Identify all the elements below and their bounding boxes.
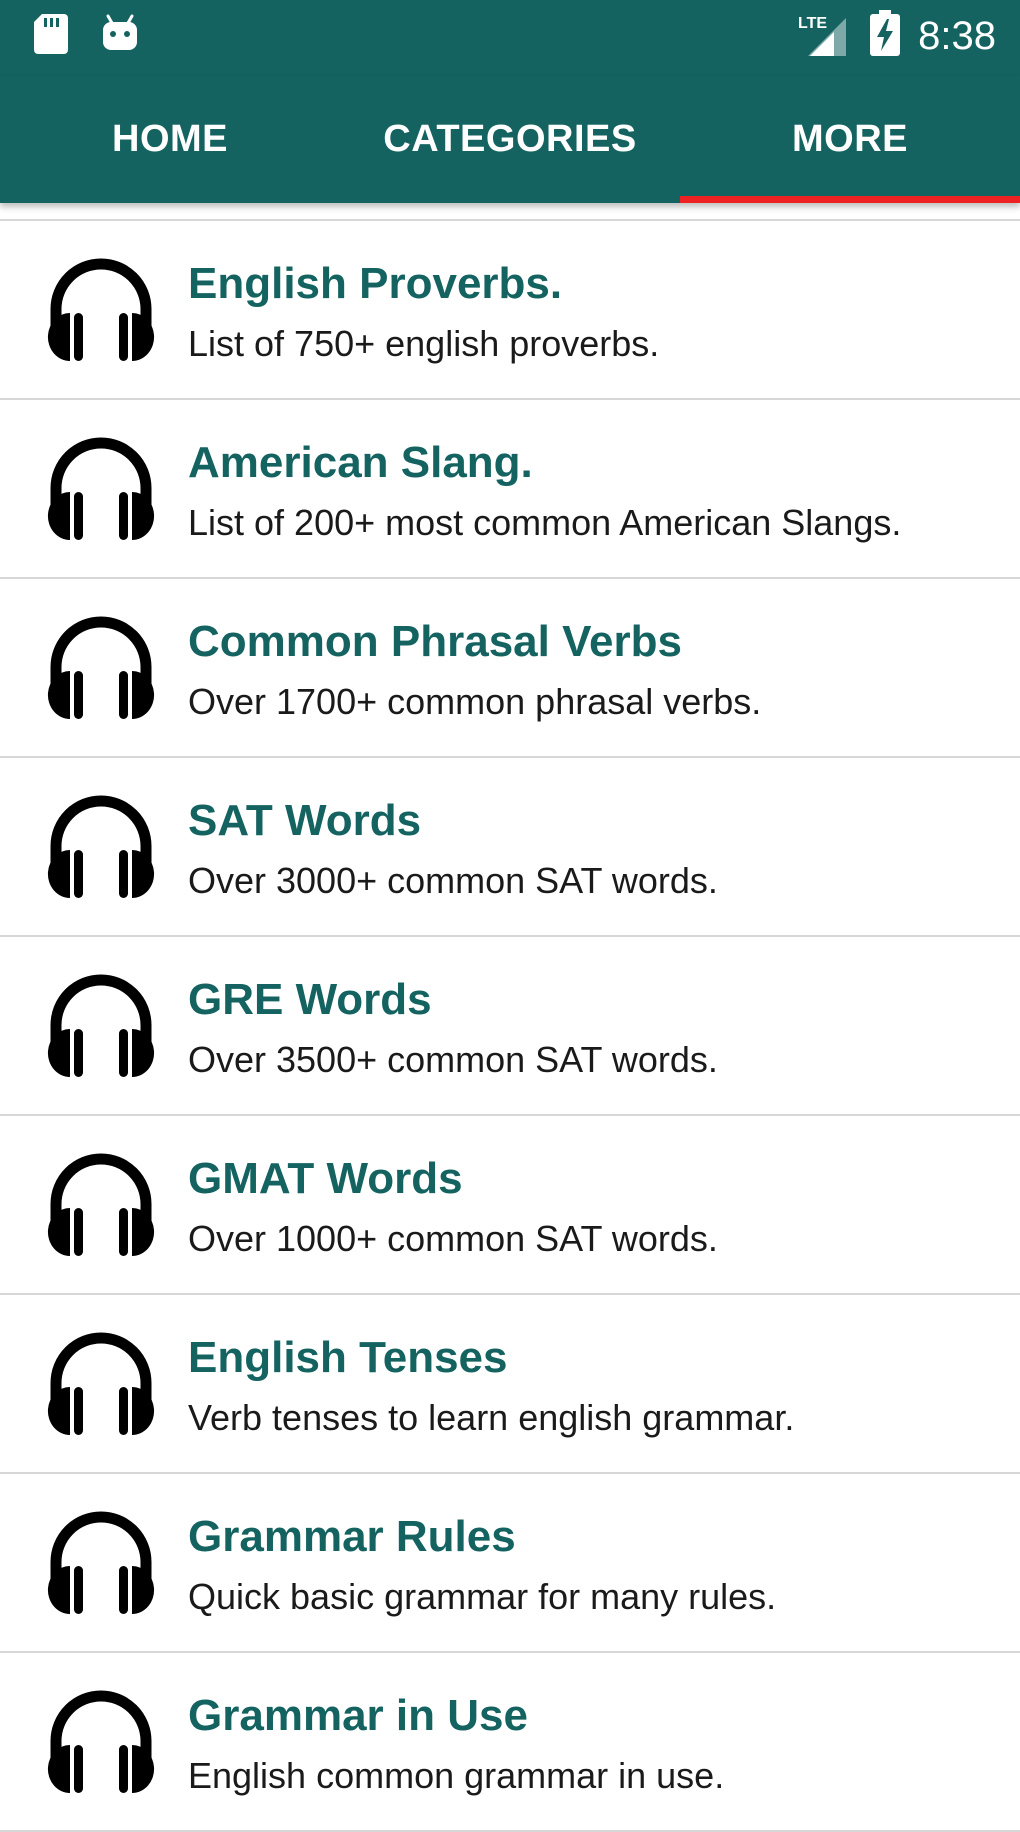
item-subtitle: Over 1000+ common SAT words. <box>188 1218 718 1259</box>
headphones-icon <box>46 1152 156 1258</box>
list-item-sat-words[interactable]: SAT Words Over 3000+ common SAT words. <box>0 758 1020 937</box>
tab-home[interactable]: HOME <box>0 76 340 203</box>
item-subtitle: Quick basic grammar for many rules. <box>188 1576 777 1617</box>
item-title: Common Phrasal Verbs <box>188 617 682 666</box>
tab-selected-indicator <box>680 196 1020 203</box>
headphones-icon <box>46 973 156 1079</box>
item-title: Grammar in Use <box>188 1691 528 1740</box>
headphones-icon <box>46 1689 156 1795</box>
item-subtitle: Over 3000+ common SAT words. <box>188 860 718 901</box>
battery-charging-icon <box>870 10 900 61</box>
sd-card-icon <box>34 14 68 59</box>
item-title: GMAT Words <box>188 1154 463 1203</box>
lte-label: LTE <box>798 15 827 32</box>
item-title: SAT Words <box>188 796 422 845</box>
item-subtitle: Over 3500+ common SAT words. <box>188 1039 718 1080</box>
android-icon <box>100 14 140 59</box>
tab-bar: HOME CATEGORIES MORE <box>0 76 1020 203</box>
item-subtitle: Verb tenses to learn english grammar. <box>188 1397 795 1438</box>
tab-more[interactable]: MORE <box>680 76 1020 203</box>
headphones-icon <box>46 257 156 363</box>
status-bar: LTE 8:38 <box>0 0 1020 76</box>
item-title: English Tenses <box>188 1333 508 1382</box>
list-item-gmat-words[interactable]: GMAT Words Over 1000+ common SAT words. <box>0 1116 1020 1295</box>
item-title: GRE Words <box>188 975 432 1024</box>
item-subtitle: English common grammar in use. <box>188 1755 725 1796</box>
headphones-icon <box>46 1510 156 1616</box>
lte-signal-icon: LTE <box>796 10 848 63</box>
item-subtitle: Over 1700+ common phrasal verbs. <box>188 681 762 722</box>
list-item-gre-words[interactable]: GRE Words Over 3500+ common SAT words. <box>0 937 1020 1116</box>
status-time: 8:38 <box>918 14 996 58</box>
item-subtitle: List of 750+ english proverbs. <box>188 323 660 364</box>
list-item-grammar-rules[interactable]: Grammar Rules Quick basic grammar for ma… <box>0 1474 1020 1653</box>
headphones-icon <box>46 794 156 900</box>
headphones-icon <box>46 436 156 542</box>
headphones-icon <box>46 1331 156 1437</box>
item-title: Grammar Rules <box>188 1512 516 1561</box>
headphones-icon <box>46 615 156 721</box>
more-list: English Proverbs. List of 750+ english p… <box>0 219 1020 1832</box>
list-item-english-tenses[interactable]: English Tenses Verb tenses to learn engl… <box>0 1295 1020 1474</box>
tab-categories[interactable]: CATEGORIES <box>340 76 680 203</box>
list-item-common-phrasal-verbs[interactable]: Common Phrasal Verbs Over 1700+ common p… <box>0 579 1020 758</box>
item-title: English Proverbs. <box>188 259 563 308</box>
list-item-american-slang[interactable]: American Slang. List of 200+ most common… <box>0 400 1020 579</box>
item-subtitle: List of 200+ most common American Slangs… <box>188 502 902 543</box>
list-item-grammar-in-use[interactable]: Grammar in Use English common grammar in… <box>0 1653 1020 1832</box>
item-title: American Slang. <box>188 438 533 487</box>
list-item-english-proverbs[interactable]: English Proverbs. List of 750+ english p… <box>0 221 1020 400</box>
